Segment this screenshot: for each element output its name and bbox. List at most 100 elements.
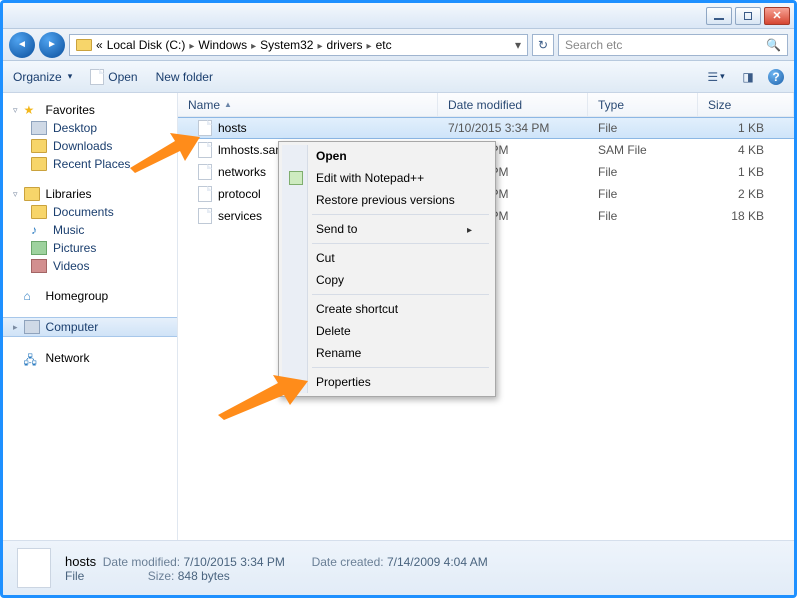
file-type: File <box>588 187 698 201</box>
videos-icon <box>31 259 47 273</box>
ctx-properties[interactable]: Properties <box>282 371 492 393</box>
network-group[interactable]: ▿🖧Network <box>3 349 177 367</box>
details-filename: hosts <box>65 554 96 569</box>
breadcrumb-item[interactable]: Local Disk (C:) <box>107 38 186 52</box>
breadcrumb-sep <box>367 38 372 52</box>
file-type: File <box>588 209 698 223</box>
computer-group[interactable]: ▸Computer <box>3 317 177 337</box>
libraries-group[interactable]: ▿Libraries <box>3 185 177 203</box>
ctx-separator <box>312 243 489 244</box>
file-row[interactable]: hosts 7/10/2015 3:34 PMFile1 KB <box>178 117 794 139</box>
search-placeholder: Search etc <box>565 38 622 52</box>
column-headers: Name▲ Date modified Type Size <box>178 93 794 117</box>
column-size[interactable]: Size <box>698 93 794 116</box>
file-type: File <box>588 121 698 135</box>
pictures-icon <box>31 241 47 255</box>
music-icon: ♪ <box>31 223 47 237</box>
forward-button[interactable] <box>39 32 65 58</box>
address-bar[interactable]: « Local Disk (C:) Windows System32 drive… <box>69 34 528 56</box>
column-name[interactable]: Name▲ <box>178 93 438 116</box>
ctx-separator <box>312 367 489 368</box>
file-icon <box>198 120 212 136</box>
file-name: lmhosts.sam <box>218 143 285 157</box>
ctx-sendto[interactable]: Send to <box>282 218 492 240</box>
nav-bar: « Local Disk (C:) Windows System32 drive… <box>3 29 794 61</box>
homegroup-group[interactable]: ▿⌂Homegroup <box>3 287 177 305</box>
breadcrumb-item[interactable]: System32 <box>260 38 313 52</box>
ctx-separator <box>312 294 489 295</box>
details-pane: hosts Date modified: 7/10/2015 3:34 PM D… <box>3 540 794 595</box>
file-icon <box>90 69 104 85</box>
breadcrumb-item[interactable]: drivers <box>327 38 363 52</box>
file-thumbnail <box>17 548 51 588</box>
file-icon <box>198 208 212 224</box>
context-menu: Open Edit with Notepad++ Restore previou… <box>278 141 496 397</box>
maximize-button[interactable] <box>735 7 761 25</box>
breadcrumb-chevron: « <box>96 38 103 52</box>
network-icon: 🖧 <box>24 351 40 365</box>
file-type: SAM File <box>588 143 698 157</box>
organize-menu[interactable]: Organize <box>13 70 72 84</box>
libraries-icon <box>24 187 40 201</box>
help-button[interactable]: ? <box>768 69 784 85</box>
file-size: 4 KB <box>698 143 794 157</box>
sidebar-item-documents[interactable]: Documents <box>3 203 177 221</box>
drive-icon <box>76 39 92 51</box>
breadcrumb-sep <box>317 38 322 52</box>
column-date[interactable]: Date modified <box>438 93 588 116</box>
close-button[interactable]: ✕ <box>764 7 790 25</box>
new-folder-button[interactable]: New folder <box>156 70 213 84</box>
file-size: 2 KB <box>698 187 794 201</box>
command-bar: Organize Open New folder ☰ ◨ ? <box>3 61 794 93</box>
ctx-edit-notepadpp[interactable]: Edit with Notepad++ <box>282 167 492 189</box>
desktop-icon <box>31 121 47 135</box>
submenu-arrow-icon <box>467 222 472 236</box>
ctx-cut[interactable]: Cut <box>282 247 492 269</box>
file-icon <box>198 142 212 158</box>
minimize-button[interactable] <box>706 7 732 25</box>
file-size: 1 KB <box>698 165 794 179</box>
ctx-restore-versions[interactable]: Restore previous versions <box>282 189 492 211</box>
file-date: 7/10/2015 3:34 PM <box>438 121 588 135</box>
sidebar-item-pictures[interactable]: Pictures <box>3 239 177 257</box>
address-dropdown-icon[interactable]: ▾ <box>515 38 521 52</box>
sort-asc-icon: ▲ <box>224 100 232 109</box>
file-size: 18 KB <box>698 209 794 223</box>
search-icon: 🔍 <box>766 38 781 52</box>
preview-pane-button[interactable]: ◨ <box>736 66 760 88</box>
ctx-separator <box>312 214 489 215</box>
ctx-copy[interactable]: Copy <box>282 269 492 291</box>
folder-icon <box>31 139 47 153</box>
file-name: protocol <box>218 187 261 201</box>
explorer-window: ✕ « Local Disk (C:) Windows System32 dri… <box>0 0 797 598</box>
breadcrumb-item[interactable]: Windows <box>198 38 247 52</box>
ctx-delete[interactable]: Delete <box>282 320 492 342</box>
back-button[interactable] <box>9 32 35 58</box>
file-icon <box>198 186 212 202</box>
breadcrumb-sep <box>189 38 194 52</box>
view-options-button[interactable]: ☰ <box>704 66 728 88</box>
sidebar-item-videos[interactable]: Videos <box>3 257 177 275</box>
file-icon <box>198 164 212 180</box>
file-name: networks <box>218 165 266 179</box>
documents-icon <box>31 205 47 219</box>
ctx-create-shortcut[interactable]: Create shortcut <box>282 298 492 320</box>
open-button[interactable]: Open <box>90 69 137 85</box>
file-name: hosts <box>218 121 247 135</box>
column-type[interactable]: Type <box>588 93 698 116</box>
favorites-group[interactable]: ▿★Favorites <box>3 101 177 119</box>
ctx-rename[interactable]: Rename <box>282 342 492 364</box>
notepadpp-icon <box>288 170 304 186</box>
sidebar-item-music[interactable]: ♪Music <box>3 221 177 239</box>
search-input[interactable]: Search etc 🔍 <box>558 34 788 56</box>
file-size: 1 KB <box>698 121 794 135</box>
ctx-open[interactable]: Open <box>282 145 492 167</box>
refresh-button[interactable]: ↻ <box>532 34 554 56</box>
details-meta: hosts Date modified: 7/10/2015 3:34 PM D… <box>65 554 488 583</box>
breadcrumb-sep <box>251 38 256 52</box>
star-icon: ★ <box>24 103 40 117</box>
breadcrumb-item[interactable]: etc <box>376 38 392 52</box>
computer-icon <box>24 320 40 334</box>
folder-icon <box>31 157 47 171</box>
title-bar: ✕ <box>3 3 794 29</box>
